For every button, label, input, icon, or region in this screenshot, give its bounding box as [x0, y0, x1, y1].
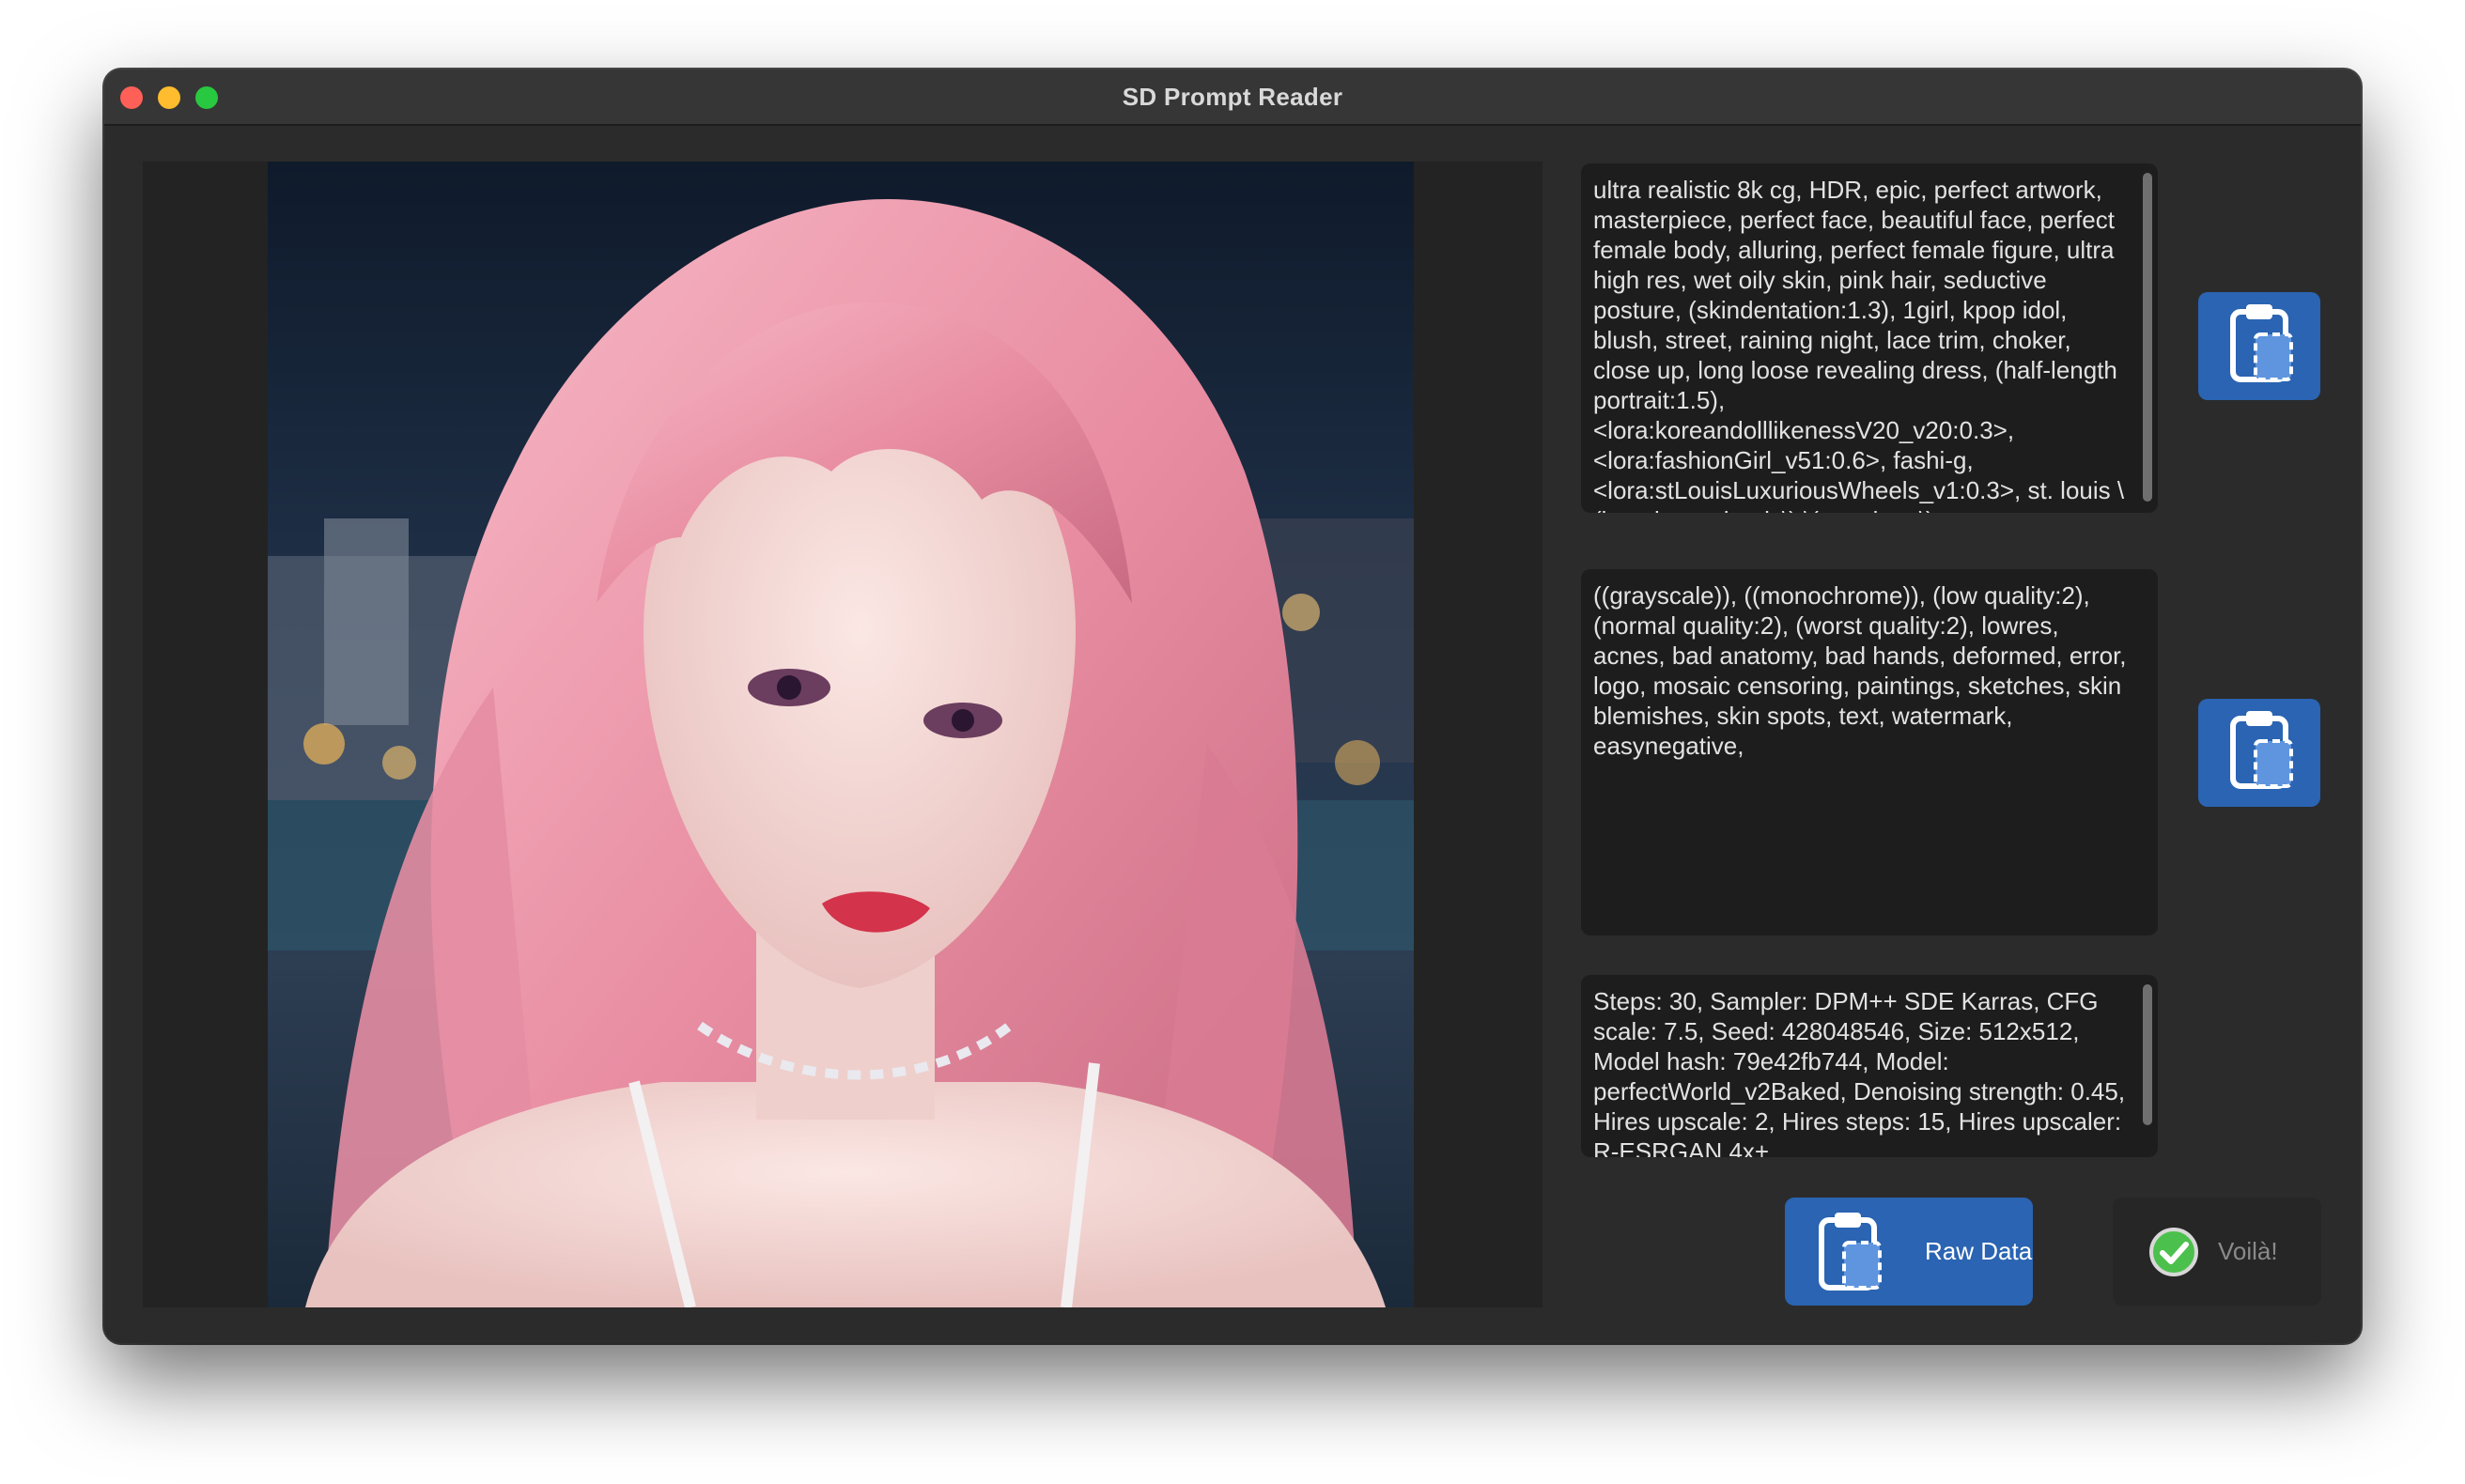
checkmark-circle-icon: [2148, 1227, 2199, 1277]
status-indicator: Voilà!: [2113, 1198, 2321, 1306]
generation-settings-textbox[interactable]: Steps: 30, Sampler: DPM++ SDE Karras, CF…: [1581, 975, 2158, 1157]
generation-settings-text[interactable]: Steps: 30, Sampler: DPM++ SDE Karras, CF…: [1581, 975, 2158, 1157]
negative-prompt-textbox[interactable]: ((grayscale)), ((monochrome)), (low qual…: [1581, 569, 2158, 935]
window-title: SD Prompt Reader: [1122, 83, 1343, 111]
main-content: ultra realistic 8k cg, HDR, epic, perfec…: [104, 126, 2361, 1343]
positive-prompt-scrollbar[interactable]: [2143, 173, 2152, 502]
copy-negative-prompt-button[interactable]: [2198, 699, 2320, 807]
clipboard-icon: [2220, 299, 2299, 394]
app-window: SD Prompt Reader ultra realistic 8k cg, …: [104, 70, 2361, 1343]
raw-data-label: Raw Data: [1925, 1237, 2033, 1265]
positive-prompt-textbox[interactable]: ultra realistic 8k cg, HDR, epic, perfec…: [1581, 163, 2158, 513]
preview-image: [268, 162, 1414, 1307]
image-preview-panel[interactable]: [143, 162, 1543, 1307]
positive-prompt-text[interactable]: ultra realistic 8k cg, HDR, epic, perfec…: [1581, 163, 2158, 513]
raw-data-button[interactable]: Raw Data: [1785, 1198, 2033, 1306]
status-label: Voilà!: [2218, 1237, 2278, 1265]
negative-prompt-text[interactable]: ((grayscale)), ((monochrome)), (low qual…: [1581, 569, 2158, 761]
settings-scrollbar[interactable]: [2143, 984, 2152, 1125]
title-bar: SD Prompt Reader: [104, 70, 2361, 126]
clipboard-icon: [2220, 705, 2299, 800]
copy-positive-prompt-button[interactable]: [2198, 292, 2320, 400]
clipboard-icon: [1808, 1207, 1887, 1297]
